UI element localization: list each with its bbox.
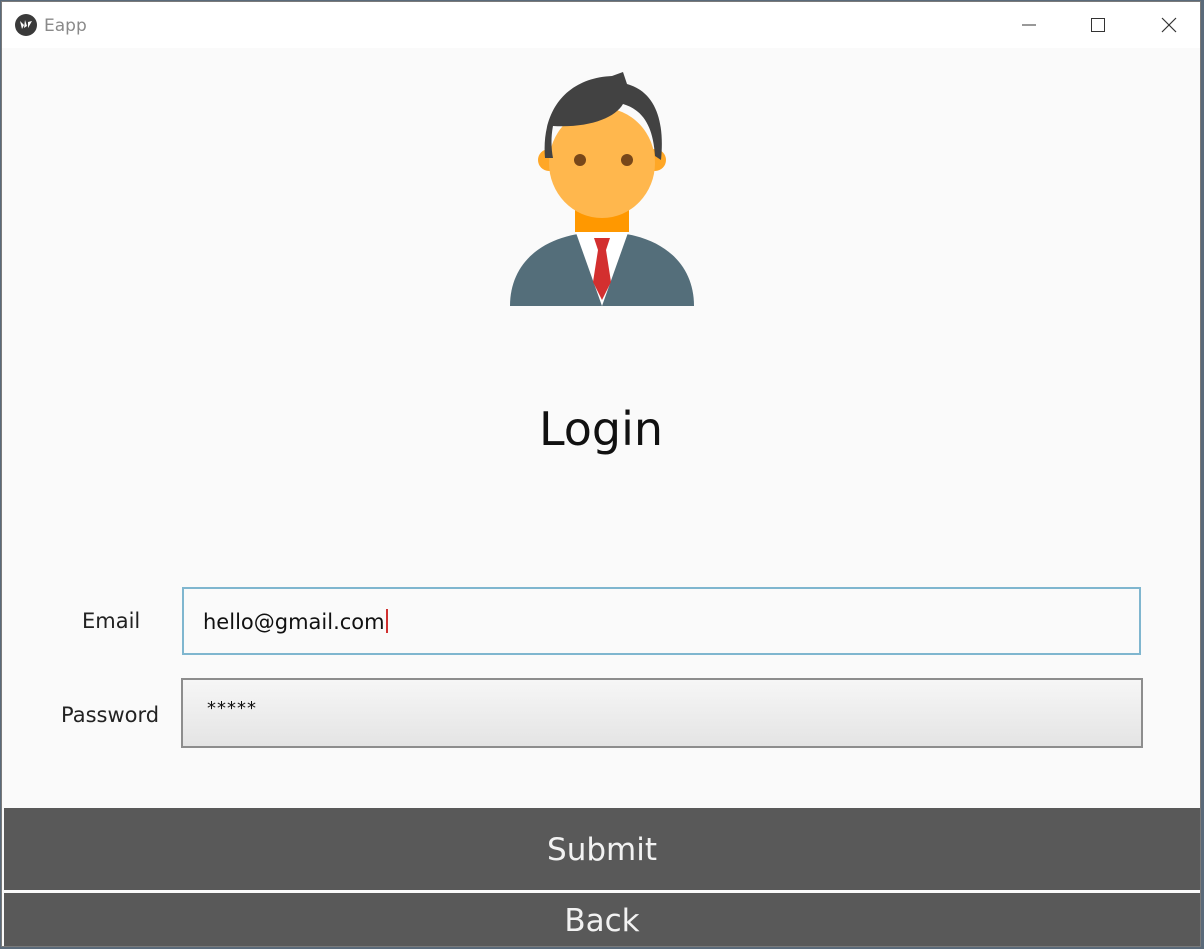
password-label: Password bbox=[61, 703, 160, 727]
text-caret bbox=[385, 609, 388, 633]
email-label: Email bbox=[82, 609, 141, 633]
maximize-icon bbox=[1091, 18, 1105, 32]
businessman-avatar-icon bbox=[510, 72, 694, 306]
title-bar[interactable]: Eapp bbox=[2, 2, 1200, 48]
back-button[interactable]: Back bbox=[4, 893, 1200, 946]
app-window: Eapp Login Email hello@gmail.com Passwor… bbox=[1, 1, 1201, 947]
close-button[interactable] bbox=[1132, 2, 1200, 48]
minimize-icon bbox=[1022, 24, 1036, 26]
login-heading: Login bbox=[538, 402, 664, 456]
password-value: ***** bbox=[207, 698, 257, 719]
email-field[interactable]: hello@gmail.com bbox=[182, 587, 1141, 655]
submit-button[interactable]: Submit bbox=[4, 808, 1200, 890]
window-title: Eapp bbox=[44, 16, 87, 36]
maximize-button[interactable] bbox=[1062, 2, 1132, 48]
email-value: hello@gmail.com bbox=[203, 610, 385, 634]
password-field[interactable]: ***** bbox=[181, 678, 1143, 748]
kivy-logo-icon bbox=[15, 14, 37, 36]
minimize-button[interactable] bbox=[992, 2, 1062, 48]
close-icon bbox=[1161, 17, 1177, 33]
